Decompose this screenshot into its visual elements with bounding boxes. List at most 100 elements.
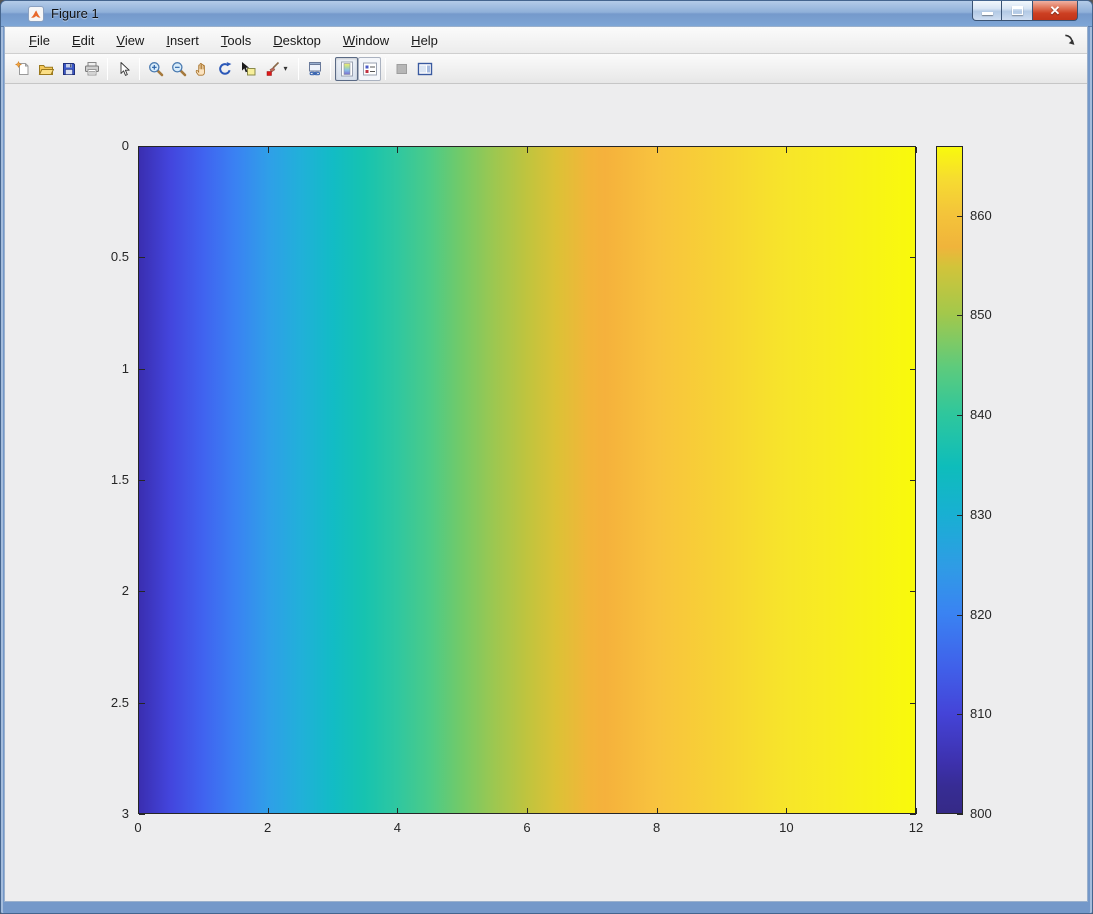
show-plot-tools-dock-button[interactable] <box>413 57 436 81</box>
menu-tools[interactable]: Tools <box>213 30 259 51</box>
menu-window[interactable]: Window <box>335 30 397 51</box>
menu-view[interactable]: View <box>108 30 152 51</box>
print-figure-button[interactable] <box>80 57 103 81</box>
colorbar-tick-label: 860 <box>970 207 992 223</box>
colorbar-tickmark <box>957 415 963 417</box>
insert-colorbar-icon <box>339 61 355 77</box>
x-tickmark <box>916 147 917 153</box>
edit-plot-icon <box>116 61 132 77</box>
colorbar-tick-label: 830 <box>970 506 992 522</box>
save-figure-icon <box>61 61 77 77</box>
toolbar-separator <box>330 57 331 80</box>
x-tickmark <box>916 808 917 814</box>
y-tickmark <box>139 146 145 147</box>
x-tickmark <box>786 147 788 153</box>
colorbar-tick-label: 810 <box>970 706 992 722</box>
x-tick-label: 6 <box>523 820 531 835</box>
figure-window: Figure 1 ✕ File Edit View Insert Tools Deskto… <box>0 0 1093 914</box>
colorbar-tickmark <box>957 614 963 616</box>
toolbar-separator <box>107 57 108 80</box>
menu-insert[interactable]: Insert <box>158 30 207 51</box>
minimize-button[interactable] <box>972 1 1002 21</box>
x-tick-label: 8 <box>653 820 661 835</box>
matlab-icon <box>28 5 44 22</box>
insert-colorbar-button[interactable] <box>335 56 358 81</box>
maximize-icon <box>1011 6 1023 15</box>
x-tickmark <box>527 147 528 153</box>
zoom-out-icon <box>171 61 187 77</box>
data-cursor-icon <box>240 61 256 77</box>
insert-legend-icon <box>362 61 378 77</box>
edit-plot-button[interactable] <box>112 57 135 81</box>
x-tick-label: 4 <box>393 820 401 835</box>
zoom-in-button[interactable] <box>144 57 167 81</box>
titlebar: Figure 1 ✕ <box>1 1 1092 27</box>
y-tickmark <box>910 257 916 259</box>
x-tickmark <box>267 808 269 814</box>
maximize-button[interactable] <box>1002 1 1032 21</box>
y-tickmark <box>139 257 145 259</box>
y-tick-label: 2.5 <box>110 694 129 710</box>
dock-figure-icon[interactable] <box>1063 33 1077 47</box>
y-tick-label: 0.5 <box>110 249 129 265</box>
y-tickmark <box>910 814 916 815</box>
link-plot-button[interactable] <box>303 57 326 81</box>
print-figure-icon <box>84 61 100 77</box>
y-tickmark <box>910 702 916 704</box>
data-cursor-button[interactable] <box>236 57 259 81</box>
x-tick-label: 0 <box>134 820 142 835</box>
plot-area[interactable] <box>138 146 916 814</box>
y-tick-label: 1 <box>121 360 129 376</box>
hide-plot-tools-button <box>390 57 413 81</box>
menubar-items: File Edit View Insert Tools Desktop Window Help <box>21 30 452 51</box>
y-tickmark <box>139 702 145 704</box>
zoom-in-icon <box>148 61 164 77</box>
colorbar-tickmark <box>957 215 963 217</box>
x-tickmark <box>267 147 269 153</box>
toolbar: ▾ <box>5 54 1087 84</box>
x-tick-label: 12 <box>908 820 924 835</box>
x-tickmark <box>656 147 658 153</box>
client-area: File Edit View Insert Tools Desktop Window Help… <box>5 27 1087 901</box>
close-button[interactable]: ✕ <box>1032 1 1078 21</box>
menu-help[interactable]: Help <box>403 30 446 51</box>
colorbar-tickmark <box>957 514 963 516</box>
pan-button[interactable] <box>190 57 213 81</box>
brush-data-button[interactable]: ▾ <box>259 57 294 81</box>
new-figure-button[interactable] <box>11 57 34 81</box>
rotate-3d-icon <box>217 61 233 77</box>
rotate-3d-button[interactable] <box>213 57 236 81</box>
y-tick-label: 0 <box>121 138 129 153</box>
dropdown-caret-icon[interactable]: ▾ <box>283 64 287 73</box>
toolbar-separator <box>385 57 386 80</box>
save-figure-button[interactable] <box>57 57 80 81</box>
x-tick-label: 10 <box>779 820 794 835</box>
open-file-button[interactable] <box>34 57 57 81</box>
window-title: Figure 1 <box>51 6 99 21</box>
y-tickmark <box>139 591 145 593</box>
colorbar-tick-label: 800 <box>970 806 992 821</box>
pan-icon <box>194 61 210 77</box>
brush-data-icon <box>265 61 281 77</box>
toolbar-separator <box>298 57 299 80</box>
menu-desktop[interactable]: Desktop <box>265 30 329 51</box>
x-tickmark <box>397 147 399 153</box>
minimize-icon <box>981 12 993 15</box>
y-tickmark <box>910 591 916 593</box>
open-file-icon <box>38 61 54 77</box>
menu-file[interactable]: File <box>21 30 58 51</box>
link-plot-icon <box>307 61 323 77</box>
y-tick-label: 2 <box>121 583 129 599</box>
close-icon: ✕ <box>1049 2 1061 18</box>
x-tickmark <box>397 808 399 814</box>
x-tickmark <box>786 808 788 814</box>
y-tick-label: 3 <box>121 806 129 821</box>
zoom-out-button[interactable] <box>167 57 190 81</box>
y-tickmark <box>139 480 145 481</box>
show-plot-tools-dock-icon <box>417 61 433 77</box>
colorbar-tick-label: 850 <box>970 307 992 323</box>
colorbar-tick-label: 820 <box>970 606 992 622</box>
figure-canvas: 0 2 4 6 8 10 12 0 0.5 1 1.5 2 2.5 3 800 810 820 830 840 850… <box>5 84 1087 901</box>
insert-legend-button[interactable] <box>358 56 381 81</box>
menu-edit[interactable]: Edit <box>64 30 102 51</box>
